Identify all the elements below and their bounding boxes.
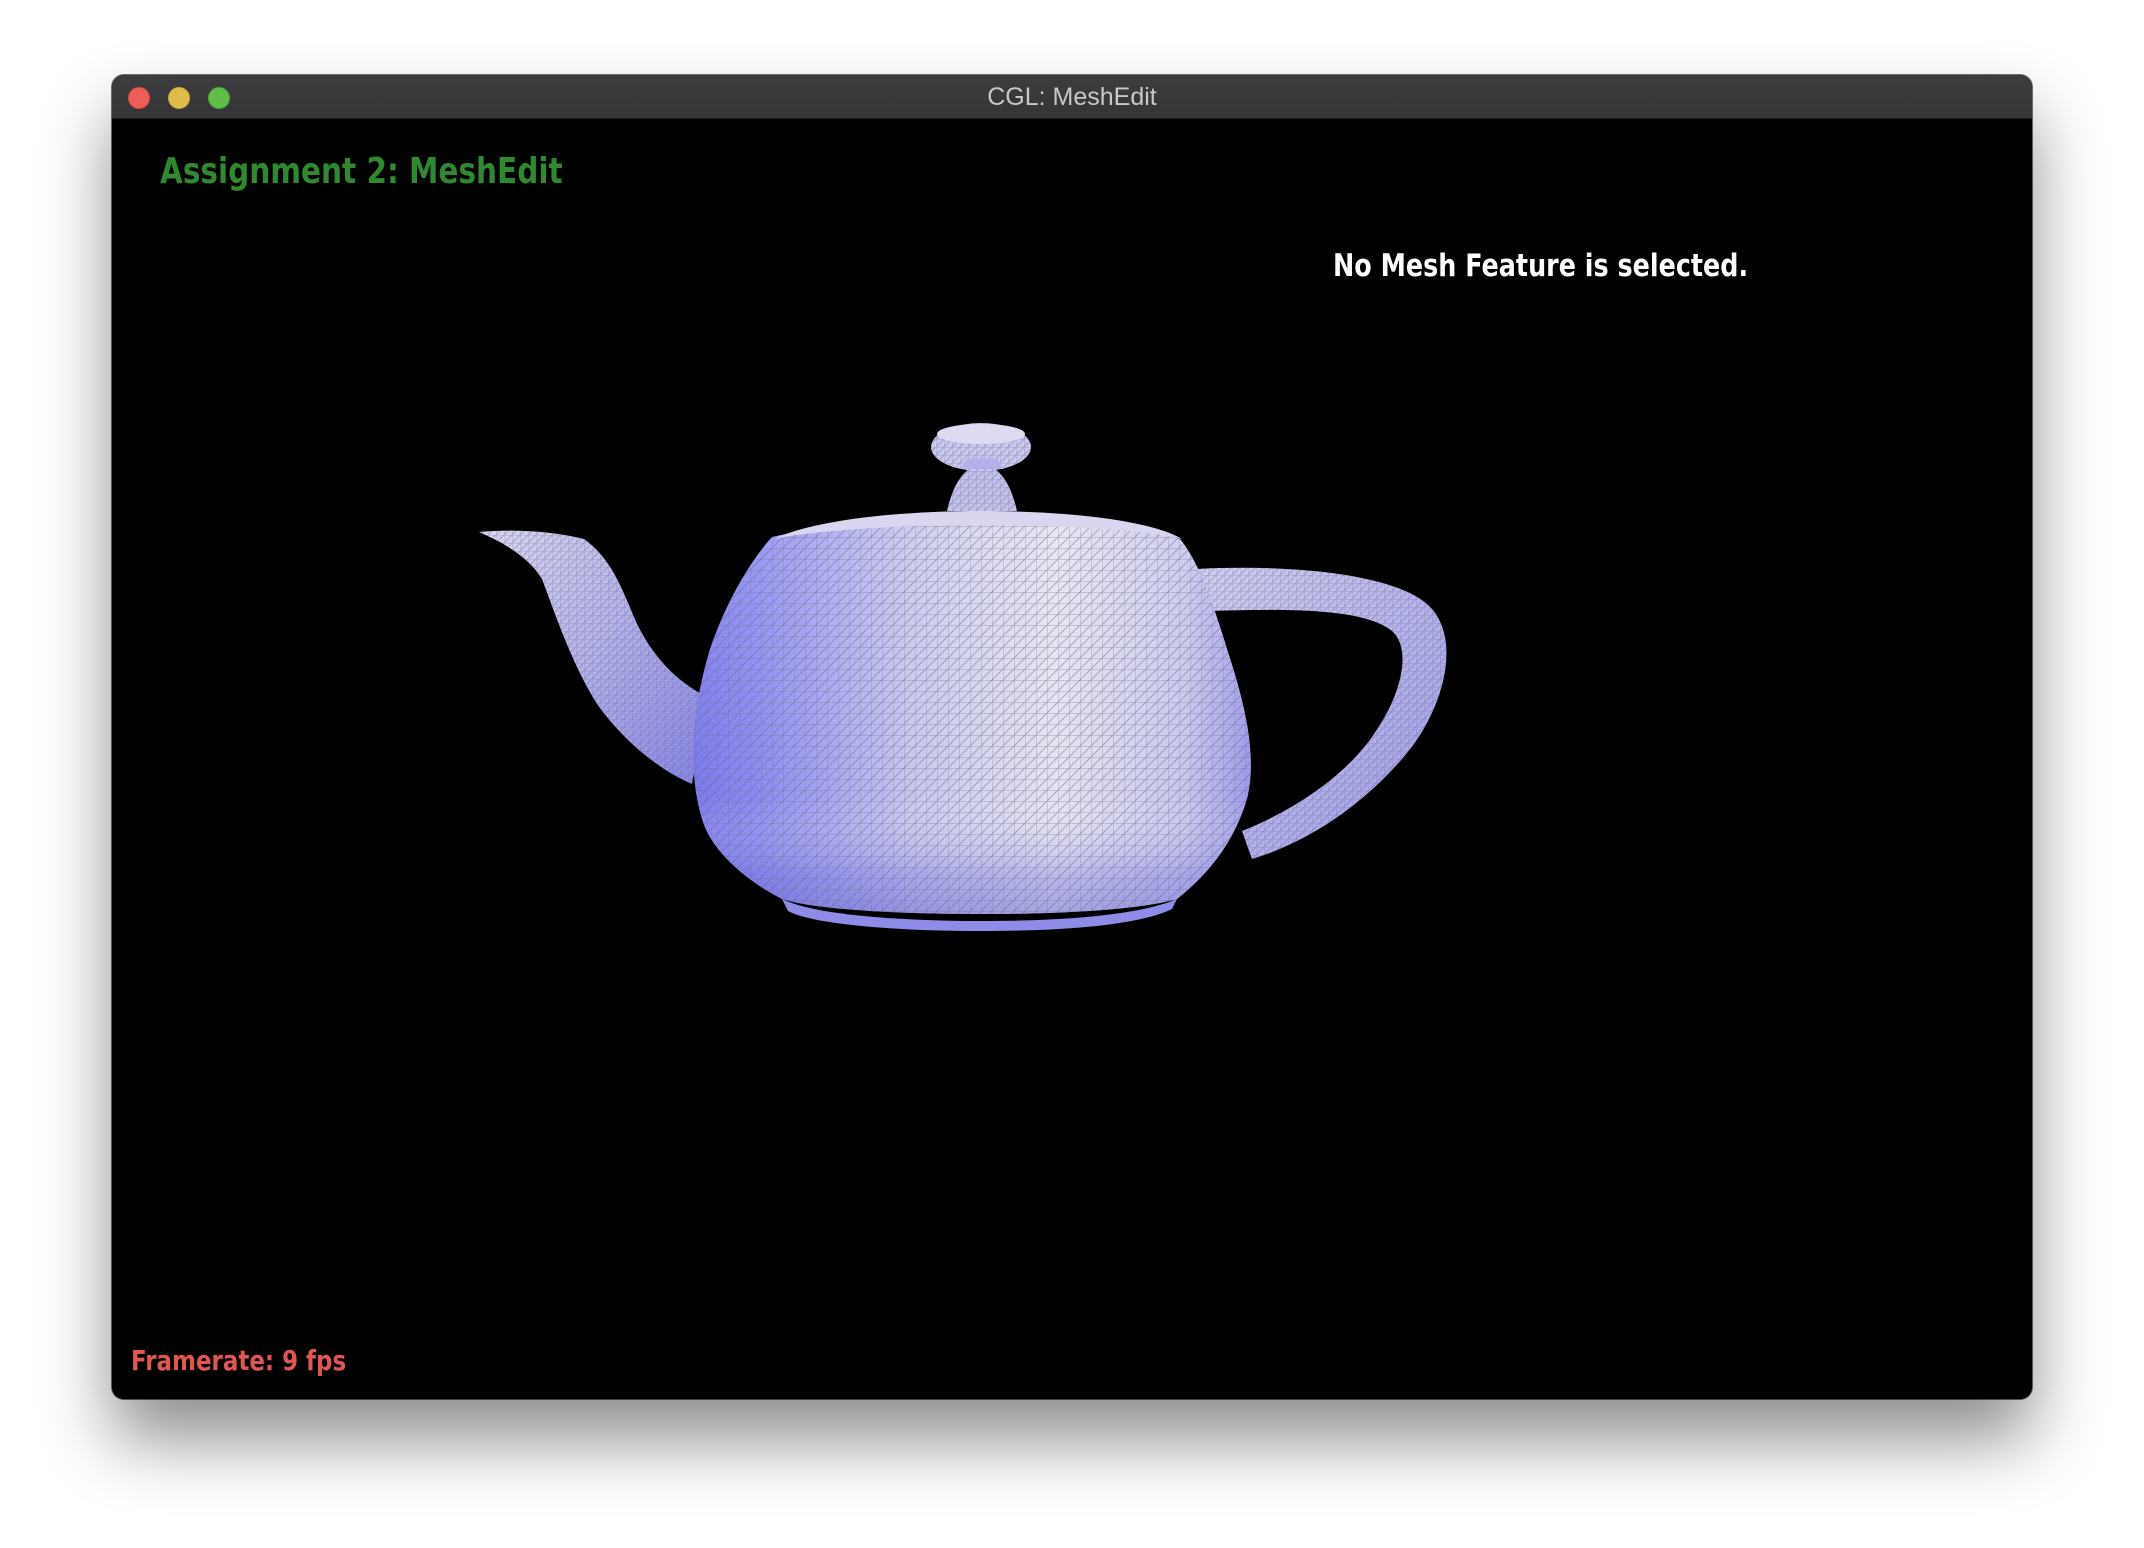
selection-status-text: No Mesh Feature is selected. <box>1333 248 1749 284</box>
assignment-title: Assignment 2: MeshEdit <box>160 151 563 192</box>
window-title: CGL: MeshEdit <box>987 83 1157 111</box>
teapot-knob <box>931 423 1031 471</box>
app-window: CGL: MeshEdit Assignment 2: MeshEdit No … <box>112 75 2032 1399</box>
teapot-mesh[interactable] <box>112 119 2032 1399</box>
teapot-body <box>693 524 1251 931</box>
title-bar[interactable]: CGL: MeshEdit <box>112 75 2032 119</box>
mesh-viewport[interactable]: Assignment 2: MeshEdit No Mesh Feature i… <box>112 119 2032 1399</box>
framerate-readout: Framerate: 9 fps <box>131 1344 347 1377</box>
teapot-spout <box>479 530 707 784</box>
